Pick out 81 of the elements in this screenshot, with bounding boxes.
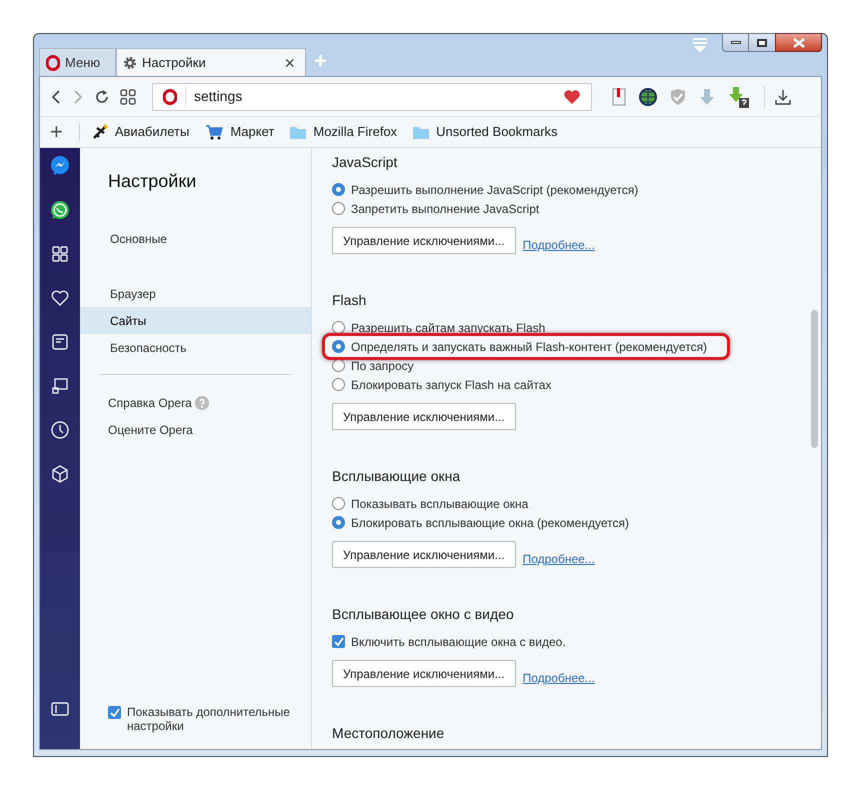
download-help-icon[interactable]	[728, 86, 750, 108]
radio-button[interactable]	[332, 202, 345, 215]
manage-exceptions-button[interactable]: Управление исключениями...	[332, 660, 516, 687]
back-icon[interactable]	[50, 88, 62, 104]
clock-icon[interactable]	[50, 420, 70, 440]
radio-label: Блокировать запуск Flash на сайтах	[351, 376, 552, 394]
opera-logo-icon	[46, 54, 60, 70]
help-link[interactable]: Справка Opera	[108, 394, 192, 412]
notebook-icon[interactable]	[612, 88, 626, 106]
section-heading: Местоположение	[332, 724, 446, 743]
close-icon	[792, 38, 804, 48]
manage-exceptions-button[interactable]: Управление исключениями...	[332, 541, 516, 568]
tab-label: Меню	[65, 54, 102, 72]
help-link[interactable]: Оцените Opera	[108, 420, 193, 438]
minimize-button[interactable]	[722, 33, 749, 52]
bookmark-label: Unsorted Bookmarks	[436, 123, 558, 142]
globe-icon[interactable]	[639, 88, 657, 106]
folder-icon	[413, 126, 430, 138]
radio-button[interactable]	[332, 516, 345, 529]
more-link[interactable]: Подробнее...	[522, 669, 595, 687]
opera-logo-icon	[163, 88, 177, 104]
manage-exceptions-button[interactable]: Управление исключениями...	[332, 227, 516, 254]
nav-item[interactable]: Сайты	[80, 307, 311, 334]
checkmark-icon	[110, 708, 120, 717]
checkbox-label: Показывать дополнительные настройки	[127, 705, 291, 733]
radio-label: Определять и запускать важный Flash-контент (рекомендуется)	[351, 338, 708, 356]
address-field[interactable]: settings	[185, 86, 555, 107]
radio-label: Показывать всплывающие окна	[351, 496, 528, 512]
radio-label: Разрешить сайтам запускать Flash	[351, 320, 546, 336]
checkbox[interactable]	[108, 706, 121, 719]
reload-icon[interactable]	[94, 88, 110, 104]
nav-item[interactable]: Безопасность	[80, 334, 311, 361]
section-heading: Flash	[332, 291, 368, 310]
folder-icon	[290, 126, 306, 138]
cube-icon[interactable]	[50, 464, 70, 484]
radio-button[interactable]	[332, 340, 345, 353]
airplane-icon	[92, 124, 108, 140]
add-bookmark-button[interactable]: +	[50, 121, 69, 143]
maximize-button[interactable]	[749, 33, 775, 52]
heart-icon[interactable]	[50, 288, 70, 308]
tab-close-button[interactable]: ×	[284, 54, 299, 72]
whatsapp-icon[interactable]	[50, 200, 70, 220]
tab[interactable]: Настройки ×	[116, 48, 306, 76]
radio-button[interactable]	[332, 378, 345, 391]
radio-button[interactable]	[332, 183, 345, 196]
nav-item[interactable]: Браузер	[80, 280, 311, 307]
nav-item[interactable]: Основные	[80, 225, 311, 252]
grid-icon[interactable]	[50, 244, 70, 264]
section-heading: Всплывающее окно с видео	[332, 605, 515, 624]
news-icon[interactable]	[50, 332, 70, 352]
bookmark-label: Авиабилеты	[114, 123, 190, 142]
sidebar-toggle-icon[interactable]	[50, 701, 70, 717]
close-button[interactable]	[775, 33, 822, 52]
radio-label: По запросу	[351, 358, 414, 374]
checkbox[interactable]	[332, 635, 345, 648]
radio-button[interactable]	[332, 321, 345, 334]
messenger-icon[interactable]	[50, 156, 70, 176]
speed-dial-icon[interactable]	[120, 88, 136, 104]
checkbox-label: Включить всплывающие окна с видео.	[351, 634, 566, 650]
more-link[interactable]: Подробнее...	[522, 236, 595, 254]
radio-label: Запретить выполнение JavaScript	[351, 200, 540, 218]
section-heading: Всплывающие окна	[332, 467, 462, 486]
tab[interactable]: Меню	[39, 48, 116, 76]
checkmark-icon	[334, 637, 344, 646]
cart-icon	[205, 124, 224, 140]
radio-label: Разрешить выполнение JavaScript (рекомендуется)	[351, 182, 638, 198]
scrollbar-thumb[interactable]	[811, 310, 818, 448]
radio-button[interactable]	[332, 497, 345, 510]
screen-icon[interactable]	[50, 376, 70, 396]
bookmark-label: Mozilla Firefox	[313, 123, 398, 142]
address-bar[interactable]: settings	[152, 82, 592, 110]
download-icon[interactable]	[775, 88, 791, 104]
settings-title: Настройки	[107, 170, 198, 193]
radio-button[interactable]	[332, 359, 345, 372]
radio-label: Блокировать всплывающие окна (рекомендуется)	[351, 514, 629, 532]
gear-icon	[123, 56, 137, 70]
tab-label: Настройки	[142, 54, 207, 72]
more-link[interactable]: Подробнее...	[522, 550, 595, 568]
section-heading: JavaScript	[332, 153, 398, 172]
bookmark-label: Маркет	[230, 123, 274, 142]
manage-exceptions-button[interactable]: Управление исключениями...	[332, 403, 516, 430]
